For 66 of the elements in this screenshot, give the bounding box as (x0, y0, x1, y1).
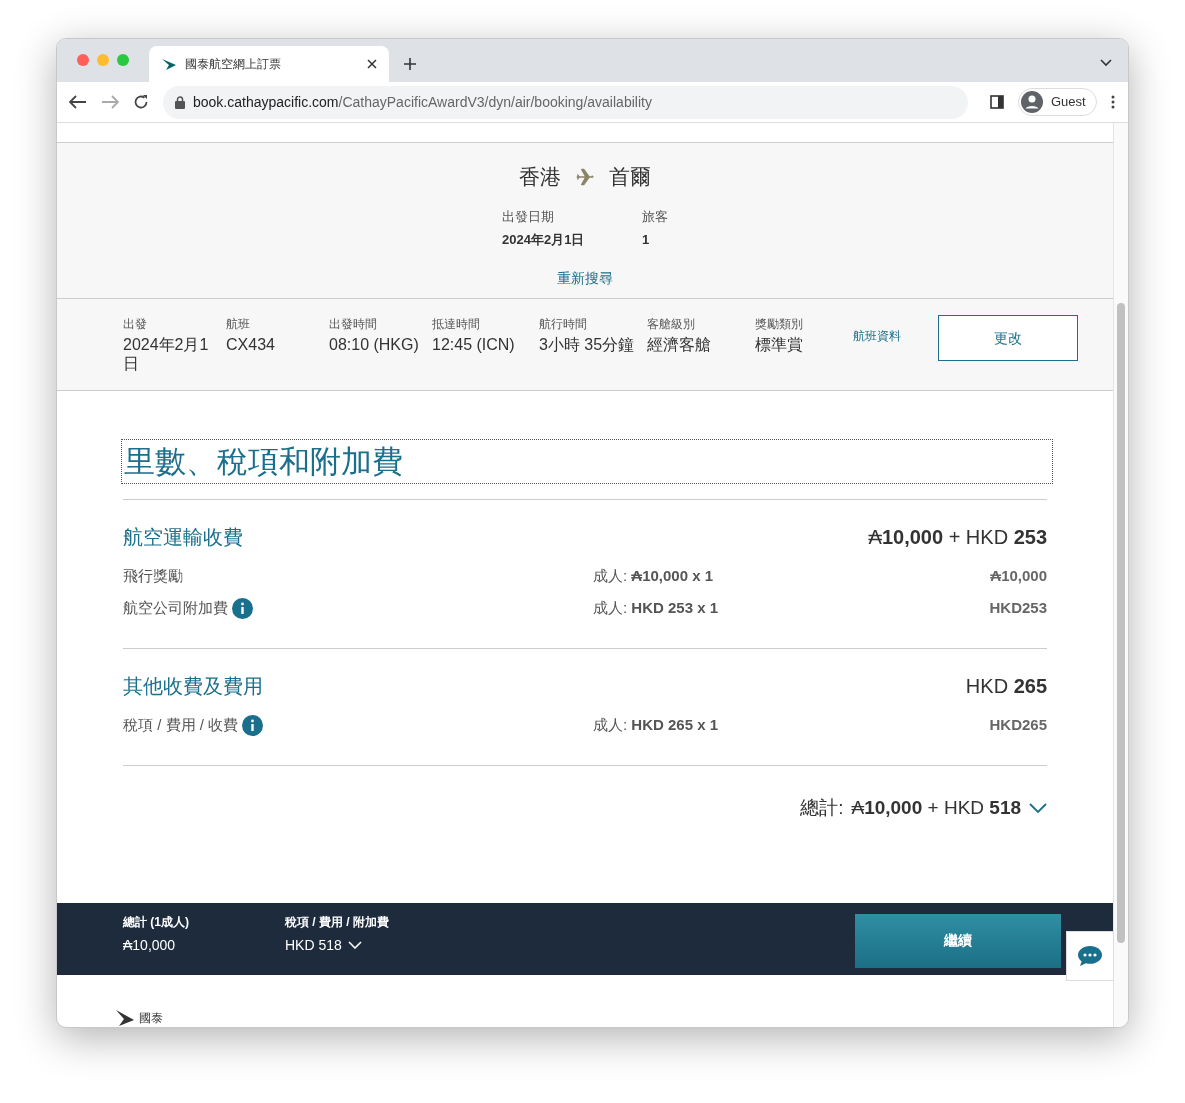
chevron-down-icon[interactable] (1100, 59, 1112, 67)
tax-label: 稅項 / 費用 / 附加費 (285, 913, 389, 931)
section-title: 其他收費及費用 (123, 674, 263, 700)
fee-label: 飛行獎勵 (123, 565, 183, 586)
bird-logo-icon (115, 1009, 135, 1027)
avatar-icon (1021, 91, 1043, 113)
fee-unit-price: 成人: HKD 253 x 1 (593, 597, 719, 618)
url-text: book.cathaypacific.com/CathayPacificAwardV3/dyn/air/booking/availability (193, 92, 652, 112)
continue-button[interactable]: 繼續 (855, 913, 1062, 968)
tab-title: 國泰航空網上訂票 (185, 56, 282, 73)
new-tab-icon[interactable] (403, 57, 417, 71)
browser-tab[interactable]: 國泰航空網上訂票 (149, 46, 389, 82)
origin-city: 香港 (519, 164, 561, 191)
side-panel-icon[interactable] (990, 95, 1004, 109)
grand-total-label: 總計: (800, 796, 844, 821)
flight-field-value: 標準賞 (755, 335, 804, 355)
fee-amount: HKD253 (989, 597, 1048, 618)
flight-field-label: 獎勵類別 (755, 316, 804, 334)
section-title: 航空運輸收費 (123, 525, 243, 551)
close-tab-icon[interactable] (367, 59, 377, 69)
more-options-icon[interactable] (1110, 95, 1115, 109)
trip-info-value: 2024年2月1日 (502, 231, 586, 250)
flight-field-value: 12:45 (ICN) (432, 335, 516, 355)
fee-label: 稅項 / 費用 / 收費 (123, 714, 238, 735)
bird-logo-icon (161, 57, 177, 71)
scrollbar[interactable] (1113, 123, 1128, 1027)
flight-field-value: 經濟客艙 (647, 335, 712, 355)
fee-amount: HKD265 (989, 714, 1048, 735)
fare-heading: 里數、稅項和附加費 (121, 439, 1054, 485)
flight-field-value: 08:10 (HKG) (329, 335, 420, 355)
reload-icon[interactable] (133, 94, 149, 110)
total-label: 總計 (1成人) (123, 913, 190, 931)
destination-city: 首爾 (609, 164, 651, 191)
tax-value: HKD 518 (285, 935, 342, 955)
chat-bubble-icon (1077, 945, 1103, 967)
lock-icon (175, 95, 185, 109)
brand-name: 國泰 (139, 1010, 163, 1027)
section-total: HKD 265 (965, 674, 1048, 700)
info-icon[interactable] (232, 597, 253, 619)
section-total: ₳10,000 + HKD 253 (868, 525, 1048, 551)
flight-field-label: 抵達時間 (432, 316, 481, 334)
flight-details-link[interactable]: 航班資料 (853, 327, 938, 346)
flight-field-label: 客艙級別 (647, 316, 696, 334)
grand-total-value: ₳10,000 + HKD 518 (851, 796, 1022, 821)
flight-field-label: 航行時間 (539, 316, 588, 334)
flight-field-label: 航班 (226, 316, 251, 334)
fee-unit-price: 成人: HKD 265 x 1 (593, 714, 719, 735)
flight-field-value: 3小時 35分鐘 (539, 335, 636, 355)
flight-field-value: CX434 (226, 335, 276, 355)
airplane-icon (575, 166, 595, 187)
info-icon[interactable] (242, 714, 263, 736)
fee-label: 航空公司附加費 (123, 597, 228, 618)
fee-unit-price: 成人: ₳10,000 x 1 (593, 565, 714, 586)
change-button[interactable]: 更改 (938, 315, 1078, 362)
flight-field-value: 2024年2月1日 (123, 335, 210, 374)
new-search-link[interactable]: 重新搜尋 (557, 267, 613, 289)
chat-button[interactable] (1066, 931, 1114, 981)
flight-field-label: 出發 (123, 316, 148, 334)
total-value: ₳10,000 (123, 935, 177, 955)
trip-info-label: 旅客 (642, 207, 668, 226)
flight-field-label: 出發時間 (329, 316, 378, 334)
trip-info-value: 1 (642, 231, 651, 250)
fee-amount: ₳10,000 (990, 565, 1048, 586)
address-bar[interactable]: book.cathaypacific.com/CathayPacificAwardV3/dyn/air/booking/availability (163, 85, 968, 119)
trip-info-label: 出發日期 (502, 207, 555, 226)
back-icon[interactable] (69, 95, 87, 109)
